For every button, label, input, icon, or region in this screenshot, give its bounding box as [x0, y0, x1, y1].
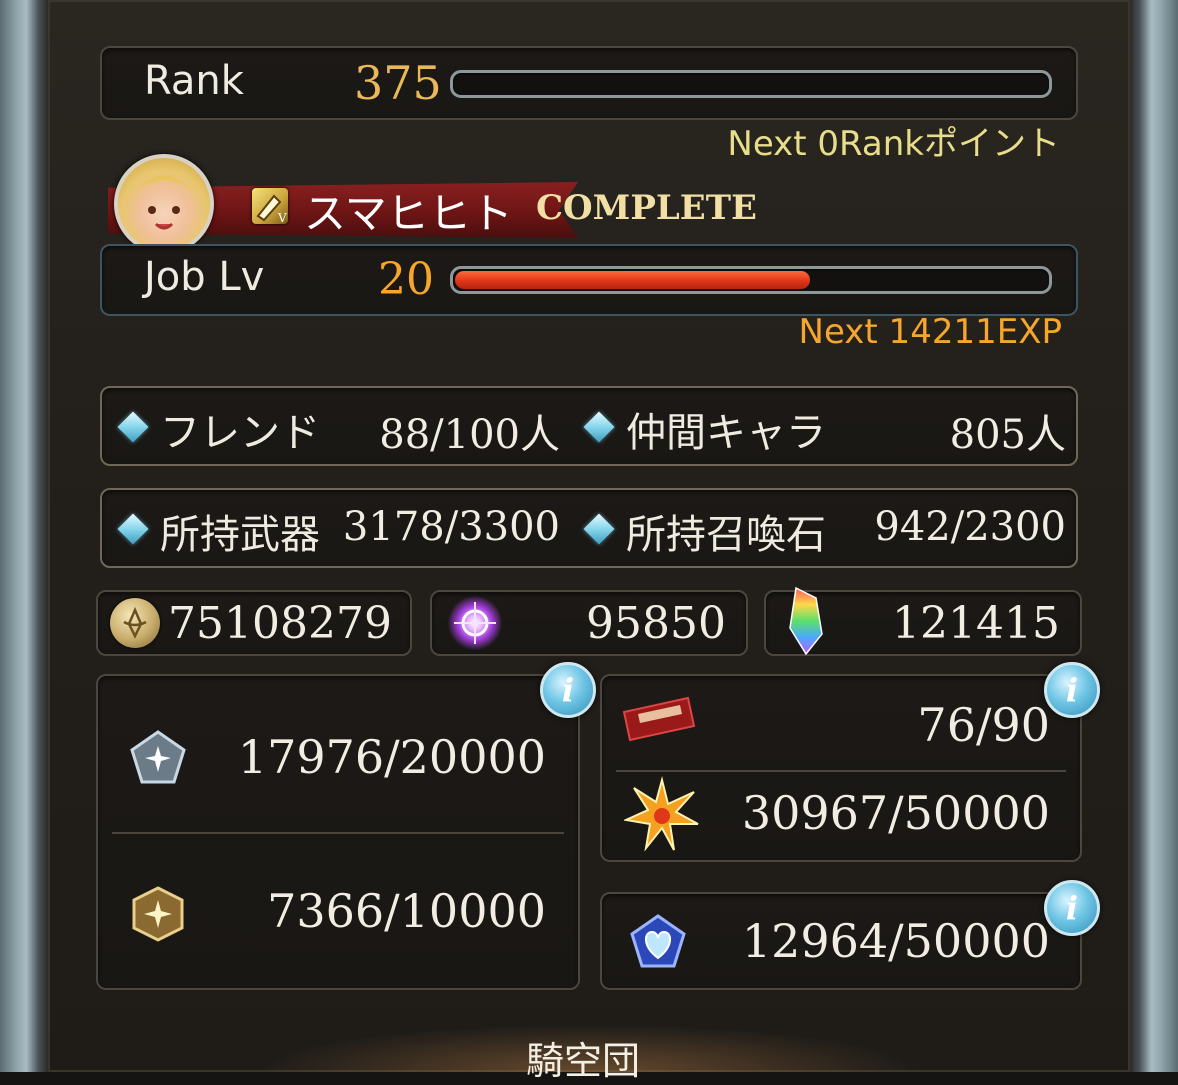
job-level-value: 20	[378, 254, 434, 305]
summon-diamond-icon	[583, 513, 615, 545]
summon-label: 所持召喚石	[626, 512, 826, 558]
rank-label: Rank	[144, 58, 244, 104]
gold-hexagon-icon	[132, 886, 184, 942]
ally-label: 仲間キャラ	[626, 410, 826, 456]
rainbow-crystal-icon	[789, 586, 823, 656]
svg-text:V: V	[277, 211, 287, 224]
rupie-value: 75108279	[168, 598, 392, 649]
weapon-diamond-icon	[117, 513, 149, 545]
job-exp-bar	[450, 266, 1052, 294]
rank-value: 375	[354, 56, 442, 110]
crew-heading[interactable]: 騎空団	[526, 1030, 640, 1085]
stock-left-top-value: 17976/20000	[237, 730, 546, 784]
friend-value: 88/100人	[379, 412, 560, 458]
crystals-value: 121415	[892, 598, 1060, 649]
ally-diamond-icon	[583, 411, 615, 443]
stock-left-bottom-value: 7366/10000	[267, 884, 546, 938]
crystals-box: 121415	[764, 586, 1082, 656]
right-frame	[1130, 0, 1178, 1072]
weapon-value: 3178/3300	[342, 504, 560, 550]
heart-box: 12964/50000	[600, 892, 1082, 990]
ally-value: 805人	[949, 412, 1066, 458]
inventory-box: 所持武器 3178/3300 所持召喚石 942/2300	[100, 488, 1078, 568]
job-next: Next 14211EXP	[798, 312, 1062, 352]
heart-gem-icon	[630, 914, 686, 968]
job-level-label: Job Lv	[144, 254, 265, 300]
heart-info-icon[interactable]: i	[1044, 880, 1100, 936]
rupie-coin-icon	[110, 598, 160, 648]
summon-value: 942/2300	[874, 504, 1066, 550]
rank-box: Rank 375	[100, 46, 1078, 120]
job-level-box: Job Lv 20	[100, 244, 1078, 316]
stock-left-divider	[112, 832, 564, 834]
job-exp-fill	[455, 271, 810, 289]
burst-value: 30967/50000	[741, 786, 1050, 840]
rank-progress-bar	[450, 70, 1052, 98]
ticket-value: 76/90	[917, 698, 1050, 752]
crystal-points-icon	[448, 596, 502, 650]
rank-next: Next 0Rankポイント	[727, 124, 1060, 164]
character-face-icon	[130, 175, 198, 230]
avatar[interactable]	[114, 154, 214, 254]
heart-value: 12964/50000	[741, 914, 1050, 968]
burst-star-icon	[624, 776, 699, 852]
job-class-icon: V	[252, 188, 288, 225]
stock-right-divider	[616, 770, 1066, 772]
stock-left-info-icon[interactable]: i	[540, 662, 596, 718]
job-status: COMPLETE	[536, 188, 757, 228]
friend-diamond-icon	[117, 411, 149, 443]
left-frame	[0, 0, 48, 1072]
rupie-box: 75108279	[96, 590, 412, 656]
ticket-icon	[622, 696, 696, 742]
stock-right-box: 76/90 30967/50000	[600, 674, 1082, 862]
crystal-points-box: 95850	[430, 590, 748, 656]
profile-panel: Rank 375 Next 0Rankポイント V スマヒヒト COMPLETE…	[48, 0, 1130, 1083]
stock-right-info-icon[interactable]: i	[1044, 662, 1100, 718]
friend-label: フレンド	[160, 410, 320, 456]
stock-left-box: 17976/20000 7366/10000	[96, 674, 580, 990]
crystal-points-value: 95850	[586, 598, 726, 649]
silver-pentagon-icon	[130, 730, 186, 784]
job-name: スマヒヒト	[304, 189, 513, 238]
weapon-label: 所持武器	[160, 512, 320, 558]
friends-box: フレンド 88/100人 仲間キャラ 805人	[100, 386, 1078, 466]
